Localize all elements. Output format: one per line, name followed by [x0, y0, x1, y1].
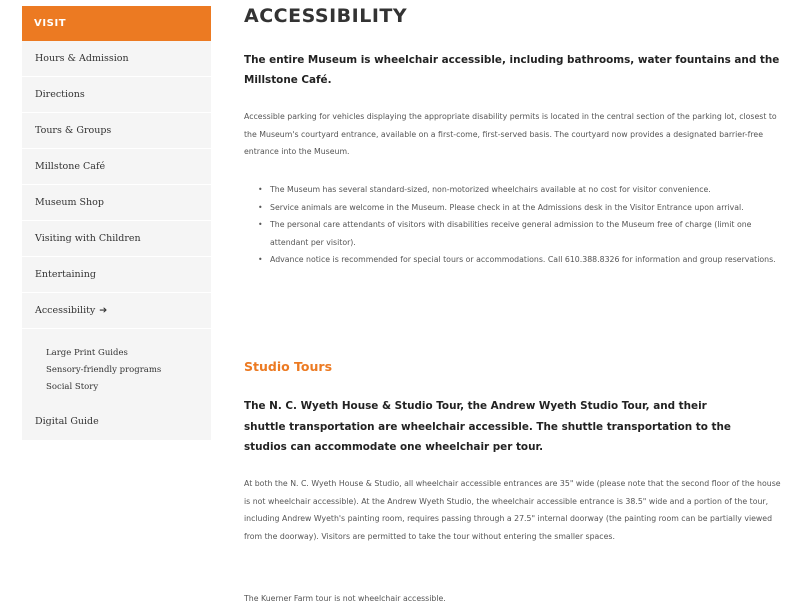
bullet-icon: • [258, 220, 263, 229]
sidebar-heading-visit[interactable]: VISIT [22, 6, 211, 41]
list-item: • The Museum has several standard-sized, … [244, 181, 784, 199]
subitem-sensory-friendly-programs[interactable]: Sensory-friendly programs [22, 362, 211, 379]
section-heading-studio-tours: Studio Tours [244, 359, 333, 374]
lead-paragraph: The entire Museum is wheelchair accessib… [244, 54, 780, 86]
sidebar-item-digital-guide[interactable]: Digital Guide [22, 404, 211, 440]
accessibility-submenu: Large Print Guides Sensory-friendly prog… [22, 329, 211, 404]
kuerner-farm-paragraph: The Kuerner Farm tour is not wheelchair … [244, 594, 446, 603]
sidebar-item-visiting-with-children[interactable]: Visiting with Children [22, 221, 211, 257]
bullet-icon: • [258, 255, 263, 264]
sidebar-item-directions[interactable]: Directions [22, 77, 211, 113]
sidebar-nav: VISIT Hours & Admission Directions Tours… [22, 6, 211, 440]
list-item: • The personal care attendants of visitor… [244, 216, 784, 251]
studio-entrances-paragraph: At both the N. C. Wyeth House & Studio, … [244, 479, 781, 541]
amenities-list: • The Museum has several standard-sized, … [244, 181, 784, 269]
subitem-large-print-guides[interactable]: Large Print Guides [22, 345, 211, 362]
bullet-icon: • [258, 185, 263, 194]
sidebar-list: Hours & Admission Directions Tours & Gro… [22, 41, 211, 440]
list-item-text: The Museum has several standard-sized, n… [270, 185, 711, 194]
bullet-icon: • [258, 202, 263, 212]
list-item: • Advance notice is recommended for speci… [244, 251, 784, 269]
list-item-text: Service animals are welcome in the Museu… [270, 202, 744, 212]
sidebar-item-accessibility[interactable]: Accessibility ➔ [22, 293, 211, 329]
subitem-social-story[interactable]: Social Story [22, 379, 211, 396]
sidebar-item-millstone-cafe[interactable]: Millstone Café [22, 149, 211, 185]
sidebar-item-accessibility-label: Accessibility [35, 305, 96, 316]
list-item-text: Advance notice is recommended for specia… [270, 255, 776, 264]
sidebar-item-entertaining[interactable]: Entertaining [22, 257, 211, 293]
parking-paragraph: Accessible parking for vehicles displayi… [244, 112, 777, 156]
arrow-right-icon: ➔ [99, 305, 108, 316]
list-item: • Service animals are welcome in the Muse… [244, 199, 784, 217]
sidebar-item-hours-admission[interactable]: Hours & Admission [22, 41, 211, 77]
sidebar-item-tours-groups[interactable]: Tours & Groups [22, 113, 211, 149]
studio-tours-lead: The N. C. Wyeth House & Studio Tour, the… [244, 400, 731, 453]
page-title: ACCESSIBILITY [244, 5, 408, 27]
list-item-text: The personal care attendants of visitors… [270, 220, 752, 247]
sidebar-item-museum-shop[interactable]: Museum Shop [22, 185, 211, 221]
